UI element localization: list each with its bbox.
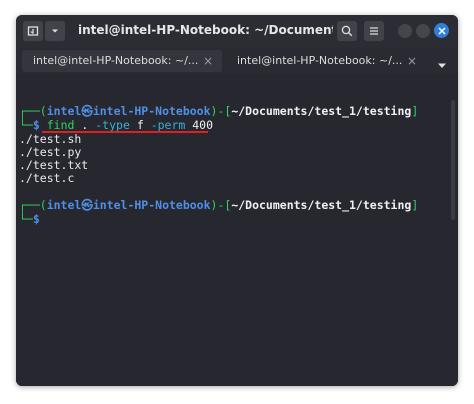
command-flag-perm: -perm [150, 118, 186, 132]
output-line: ./test.c [19, 171, 75, 185]
search-button[interactable] [337, 21, 357, 41]
new-tab-button[interactable] [23, 21, 43, 41]
command-value-type: f [136, 118, 144, 132]
tab-label: intel@intel-HP-Notebook: ~/... [33, 54, 199, 67]
tab-dropdown-button[interactable] [45, 21, 65, 41]
prompt-dollar: $ [32, 118, 40, 132]
title-bar: intel@intel-HP-Notebook: ~/Documents/tes… [16, 15, 458, 48]
tab-label: intel@intel-HP-Notebook: ~/... [237, 54, 403, 67]
tab-close-icon[interactable]: × [407, 54, 417, 68]
prompt-separator: )-[ [210, 104, 232, 118]
maximize-button[interactable] [416, 24, 430, 38]
tab-close-icon[interactable]: × [203, 54, 213, 68]
minimize-button[interactable] [398, 24, 412, 38]
prompt-dollar: $ [32, 212, 40, 226]
hamburger-menu-icon [370, 27, 378, 35]
command-value-perm: 400 [192, 118, 214, 132]
triangle-down-icon [438, 63, 446, 68]
prompt-path: ~/Documents/test_1/testing [231, 104, 412, 118]
tab-bar: intel@intel-HP-Notebook: ~/... × intel@i… [16, 48, 458, 74]
command-arg: . [81, 118, 89, 132]
close-window-button[interactable] [434, 23, 449, 38]
prompt-at-symbol: ㉿ [81, 198, 93, 212]
prompt-corner-bottom: └─ [19, 118, 33, 132]
prompt-line: ┌──(intel㉿intel-HP-Notebook)-[~/Document… [19, 104, 419, 119]
menu-button[interactable] [364, 21, 384, 41]
tab-list-button[interactable] [437, 57, 447, 75]
command-name: find [46, 118, 75, 132]
terminal-window: intel@intel-HP-Notebook: ~/Documents/tes… [16, 15, 458, 386]
new-tab-icon [27, 26, 39, 36]
command-line: └─$ [19, 212, 40, 227]
prompt-user: intel [46, 104, 82, 118]
close-icon [437, 26, 446, 35]
prompt-line: ┌──(intel㉿intel-HP-Notebook)-[~/Document… [19, 198, 419, 213]
window-title: intel@intel-HP-Notebook: ~/Documents/tes… [78, 23, 333, 37]
prompt-bracket-end: ] [411, 198, 419, 212]
prompt-bracket-end: ] [411, 104, 419, 118]
prompt-separator: )-[ [210, 198, 232, 212]
prompt-host: intel-HP-Notebook [92, 104, 211, 118]
prompt-host: intel-HP-Notebook [92, 198, 211, 212]
prompt-corner-bottom: └─ [19, 212, 33, 226]
terminal-output-area[interactable]: ┌──(intel㉿intel-HP-Notebook)-[~/Document… [16, 74, 458, 386]
tab-terminal-1[interactable]: intel@intel-HP-Notebook: ~/... × [22, 50, 222, 72]
scrollbar[interactable] [451, 100, 455, 220]
command-flag-type: -type [95, 118, 130, 132]
prompt-at-symbol: ㉿ [81, 104, 93, 118]
prompt-corner: ┌──( [19, 104, 47, 118]
search-icon [341, 25, 353, 37]
prompt-corner: ┌──( [19, 198, 47, 212]
tab-terminal-2[interactable]: intel@intel-HP-Notebook: ~/... × [226, 50, 426, 72]
prompt-user: intel [46, 198, 82, 212]
chevron-down-icon [52, 29, 58, 33]
prompt-path: ~/Documents/test_1/testing [231, 198, 412, 212]
